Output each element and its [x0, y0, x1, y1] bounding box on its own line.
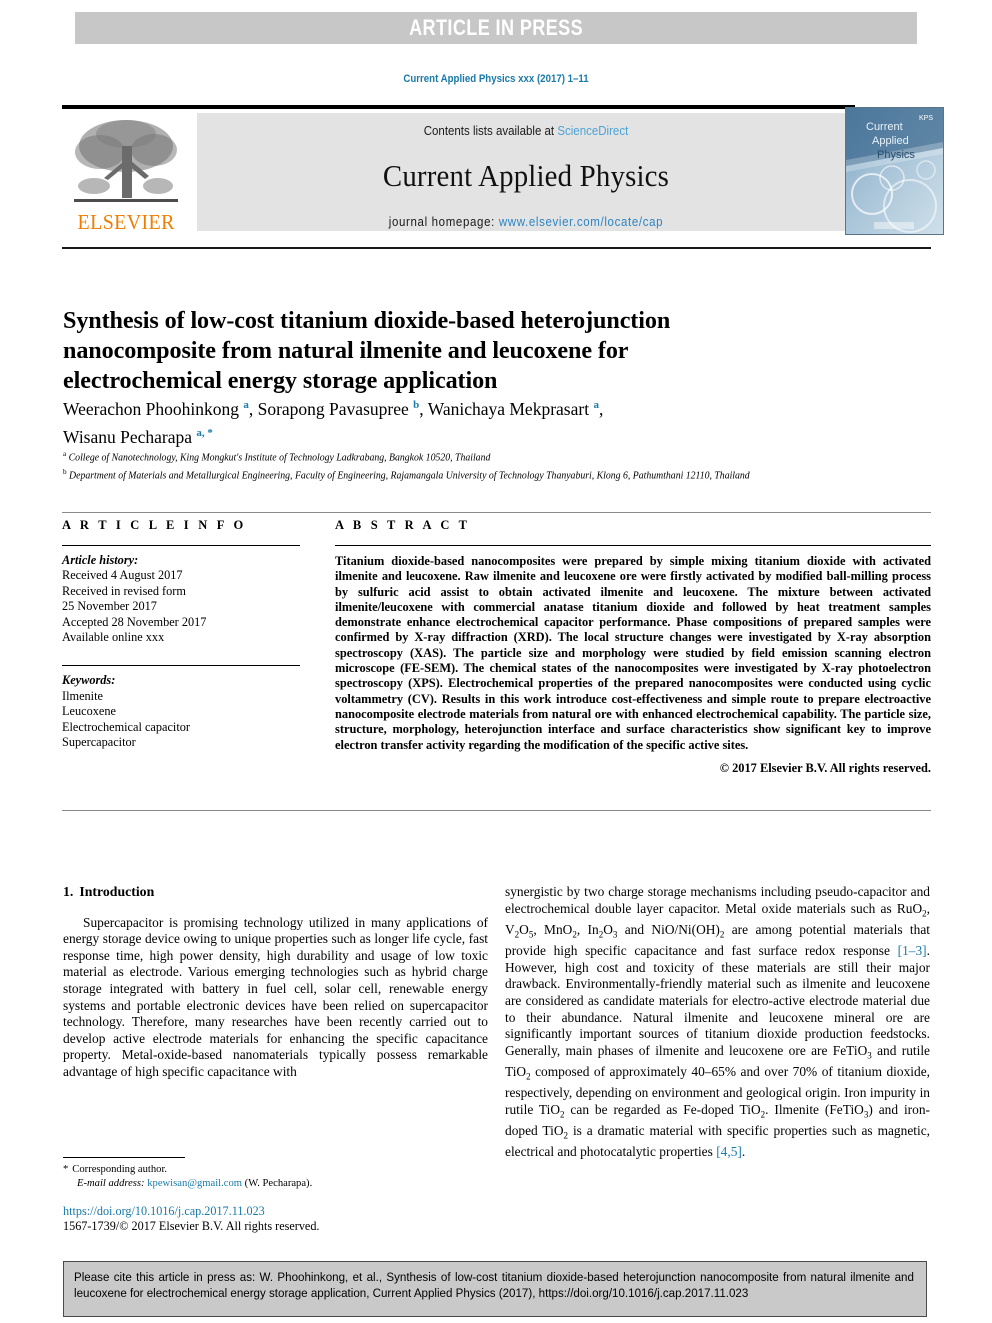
citation-ref-4-5[interactable]: [4,5]: [716, 1144, 742, 1159]
author-name: Sorapong Pavasupree: [257, 398, 409, 419]
citation-ref-1-3[interactable]: [1–3]: [898, 943, 927, 958]
article-in-press-banner: ARTICLE IN PRESS: [75, 12, 917, 44]
abstract-column: A B S T R A C T Titanium dioxide-based n…: [335, 518, 931, 776]
article-in-press-label: ARTICLE IN PRESS: [409, 15, 583, 40]
journal-masthead: ELSEVIER Contents lists available at Sci…: [62, 105, 944, 235]
journal-cover-thumbnail: Current Applied Physics KPS: [845, 107, 944, 235]
svg-text:Physics: Physics: [877, 149, 915, 161]
elsevier-wordmark: ELSEVIER: [77, 210, 175, 234]
svg-text:Current: Current: [866, 121, 903, 133]
introduction-right-column: synergistic by two charge storage mechan…: [505, 884, 930, 1161]
journal-homepage-link[interactable]: www.elsevier.com/locate/cap: [499, 215, 663, 229]
masthead-top-rule: [62, 105, 855, 109]
email-line: E-mail address: kpewisan@gmail.com (W. P…: [63, 1177, 493, 1191]
journal-homepage-line: journal homepage: www.elsevier.com/locat…: [223, 215, 828, 229]
affiliation-list: a College of Nanotechnology, King Mongku…: [63, 447, 894, 482]
affiliation-text: College of Nanotechnology, King Mongkut'…: [68, 452, 491, 464]
svg-text:KPS: KPS: [919, 115, 933, 122]
affiliation-mark: b: [63, 466, 67, 476]
author-name: Weerachon Phoohinkong: [63, 398, 239, 419]
keywords-list: Keywords: Ilmenite Leucoxene Electrochem…: [62, 673, 300, 750]
author-list: Weerachon Phoohinkong a, Sorapong Pavasu…: [63, 393, 813, 449]
article-info-heading: A R T I C L E I N F O: [62, 518, 247, 532]
introduction-number: 1.: [63, 884, 74, 899]
introduction-left-column: 1. Introduction Supercapacitor is promisi…: [63, 884, 488, 1081]
email-link[interactable]: kpewisan@gmail.com: [147, 1178, 242, 1189]
corresponding-author-footnote: * Corresponding author. E-mail address: k…: [63, 1163, 493, 1190]
article-history-item: Accepted 28 November 2017: [62, 614, 207, 629]
elsevier-tree-icon: [70, 116, 182, 212]
abstract-heading: A B S T R A C T: [335, 518, 471, 532]
keyword-item: Ilmenite: [62, 688, 103, 703]
article-history-item: Received in revised form: [62, 583, 186, 598]
asterisk-icon: *: [63, 1164, 69, 1175]
issn-copyright-line: 1567-1739/© 2017 Elsevier B.V. All right…: [63, 1219, 320, 1234]
introduction-paragraph-continued: synergistic by two charge storage mechan…: [505, 884, 930, 1160]
author-entry: Wanichaya Mekprasart a,: [428, 399, 604, 419]
footnote-separator-rule: [63, 1157, 185, 1158]
sciencedirect-link[interactable]: ScienceDirect: [557, 124, 628, 138]
article-info-column: A R T I C L E I N F O Article history: R…: [62, 518, 300, 750]
info-block-bottom-rule: [62, 810, 931, 811]
article-history-item: Available online xxx: [62, 630, 165, 645]
author-separator: ,: [598, 398, 604, 419]
author-separator: ,: [248, 398, 258, 419]
journal-title: Current Applied Physics: [382, 158, 670, 193]
journal-running-head: Current Applied Physics xxx (2017) 1–11: [403, 73, 589, 85]
email-label: E-mail address:: [77, 1177, 145, 1189]
contents-prefix: Contents lists available at: [423, 124, 558, 138]
author-name: Wisanu Pecharapa: [63, 426, 193, 447]
article-history-item: 25 November 2017: [62, 599, 157, 614]
homepage-prefix: journal homepage:: [388, 215, 499, 229]
introduction-title: Introduction: [79, 884, 155, 899]
corresponding-author-line: * Corresponding author.: [63, 1163, 493, 1177]
affiliation-item: b Department of Materials and Metallurgi…: [63, 465, 894, 483]
introduction-heading: 1. Introduction: [63, 884, 488, 901]
abstract-rule: [335, 545, 931, 546]
journal-band: Contents lists available at ScienceDirec…: [197, 113, 855, 231]
email-owner: (W. Pecharapa).: [244, 1177, 313, 1189]
contents-available-line: Contents lists available at ScienceDirec…: [223, 124, 828, 138]
citation-notice-box: Please cite this article in press as: W.…: [63, 1261, 927, 1317]
author-entry: Wisanu Pecharapa a, *: [63, 427, 213, 447]
affiliation-text: Department of Materials and Metallurgica…: [69, 469, 750, 481]
author-separator: ,: [419, 398, 428, 419]
abstract-text: Titanium dioxide-based nanocomposites we…: [335, 554, 931, 752]
corresponding-author-mark[interactable]: a, *: [196, 427, 213, 439]
article-history-item: Received 4 August 2017: [62, 568, 183, 583]
masthead-bottom-rule: [62, 247, 931, 249]
citation-notice-text: Please cite this article in press as: W.…: [74, 1270, 914, 1301]
doi-block: https://doi.org/10.1016/j.cap.2017.11.02…: [63, 1204, 493, 1235]
doi-link[interactable]: https://doi.org/10.1016/j.cap.2017.11.02…: [63, 1204, 493, 1219]
affiliation-item: a College of Nanotechnology, King Mongku…: [63, 447, 894, 465]
abstract-copyright: © 2017 Elsevier B.V. All rights reserved…: [719, 760, 931, 775]
elsevier-logo: ELSEVIER: [62, 111, 190, 233]
keywords-rule: [62, 665, 300, 667]
author-entry: Weerachon Phoohinkong a,: [63, 399, 258, 419]
author-name: Wanichaya Mekprasart: [427, 398, 590, 419]
article-history: Article history: Received 4 August 2017 …: [62, 553, 300, 645]
keyword-item: Electrochemical capacitor: [62, 719, 191, 734]
keyword-item: Supercapacitor: [62, 735, 136, 750]
keywords-label: Keywords:: [62, 673, 116, 688]
author-entry: Sorapong Pavasupree b,: [258, 399, 428, 419]
svg-text:Applied: Applied: [872, 135, 909, 147]
affiliation-mark: a: [63, 449, 67, 458]
article-info-rule: [62, 545, 300, 546]
article-history-label: Article history:: [62, 553, 139, 567]
introduction-paragraph: Supercapacitor is promising technology u…: [63, 914, 488, 1079]
corresponding-author-text: Corresponding author.: [72, 1164, 168, 1175]
keyword-item: Leucoxene: [62, 704, 116, 719]
page-title: Synthesis of low-cost titanium dioxide-b…: [63, 307, 671, 395]
info-block-top-rule: [62, 512, 931, 513]
